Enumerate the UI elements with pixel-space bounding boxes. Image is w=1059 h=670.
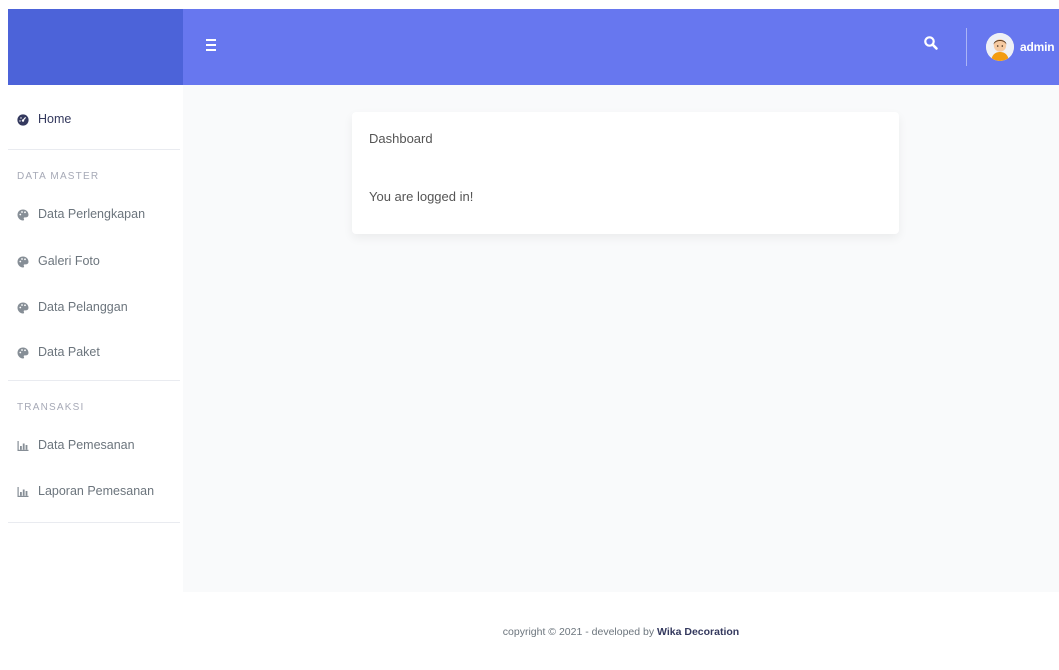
card-title: Dashboard	[369, 131, 433, 146]
footer-text: copyright © 2021 - developed by Wika Dec…	[183, 626, 1059, 638]
sidebar-item-label: Data Pemesanan	[38, 438, 135, 452]
sidebar-item-label: Data Perlengkapan	[38, 207, 146, 221]
navbar-divider	[966, 28, 967, 66]
copyright-text: copyright © 2021 - developed by	[502, 626, 658, 638]
footer-brand-link[interactable]: Wika Decoration	[657, 626, 739, 638]
sidebar-item-label: Galeri Foto	[38, 254, 100, 268]
sidebar-section-header: TRANSAKSI	[17, 402, 85, 413]
hamburger-icon[interactable]	[203, 36, 221, 56]
sidebar-divider	[8, 149, 180, 150]
sidebar-item-home[interactable]: Home	[17, 109, 71, 129]
sidebar-brand-area	[8, 9, 183, 85]
user-name: admin	[1020, 40, 1055, 54]
sidebar-item-label: Home	[38, 112, 72, 126]
palette-icon	[17, 208, 29, 221]
sidebar-item-galeri-foto[interactable]: Galeri Foto	[17, 251, 100, 271]
search-icon[interactable]	[923, 35, 941, 57]
palette-icon	[17, 255, 29, 268]
sidebar-item-label: Data Paket	[38, 345, 100, 359]
sidebar-item-data-paket[interactable]: Data Paket	[17, 342, 100, 362]
sidebar-divider	[8, 522, 180, 523]
sidebar-item-label: Laporan Pemesanan	[38, 484, 155, 498]
chart-icon	[17, 439, 29, 451]
user-dropdown[interactable]: admin	[986, 30, 1055, 64]
sidebar-item-data-pemesanan[interactable]: Data Pemesanan	[17, 435, 135, 455]
sidebar: Home DATA MASTER Data Perlengkapan Galer…	[0, 85, 183, 670]
footer: copyright © 2021 - developed by Wika Dec…	[183, 592, 1059, 670]
avatar	[986, 33, 1014, 61]
palette-icon	[17, 346, 29, 359]
sidebar-divider	[8, 380, 180, 381]
chart-icon	[17, 485, 29, 497]
login-status-message: You are logged in!	[369, 189, 474, 204]
dashboard-icon	[17, 113, 29, 126]
sidebar-item-laporan-pemesanan[interactable]: Laporan Pemesanan	[17, 481, 154, 501]
dashboard-card: Dashboard You are logged in!	[352, 112, 899, 234]
sidebar-item-data-perlengkapan[interactable]: Data Perlengkapan	[17, 204, 145, 224]
sidebar-item-data-pelanggan[interactable]: Data Pelanggan	[17, 297, 128, 317]
sidebar-item-label: Data Pelanggan	[38, 300, 128, 314]
sidebar-section-header: DATA MASTER	[17, 171, 100, 182]
palette-icon	[17, 301, 29, 314]
main-content: Dashboard You are logged in!	[183, 85, 1059, 592]
top-navbar: admin	[183, 9, 1059, 85]
